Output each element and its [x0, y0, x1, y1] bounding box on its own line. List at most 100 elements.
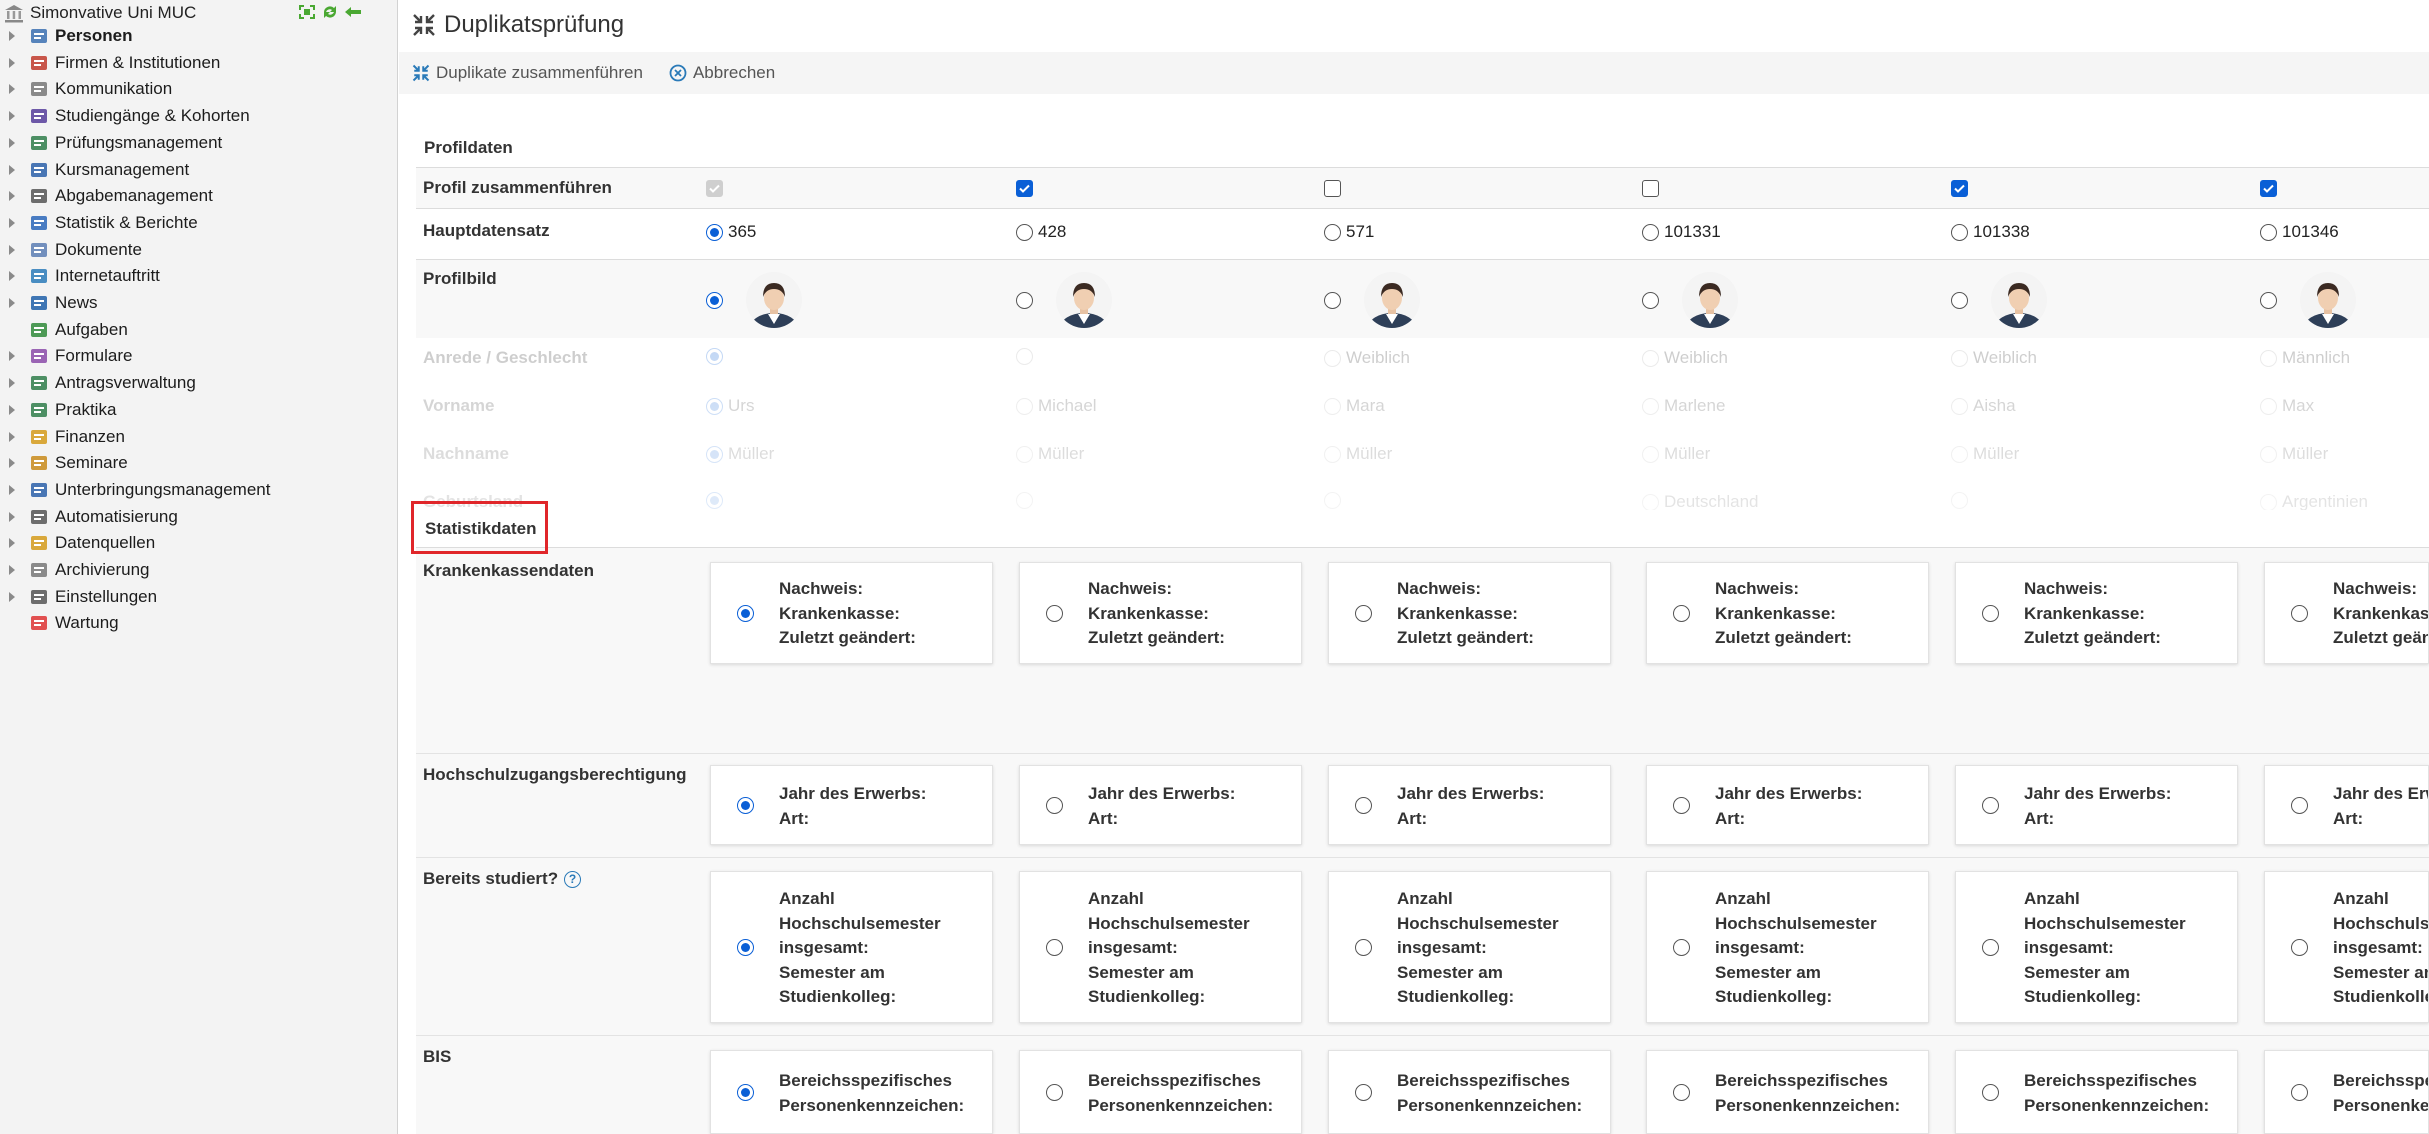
expand-triangle-icon[interactable]	[8, 377, 18, 389]
statistics-option-card[interactable]: Bereichsspezifisches Personenkennzeichen:	[1019, 1050, 1302, 1134]
statistics-option-card[interactable]: Anzahl Hochschulsemester insgesamt: Semeste…	[710, 871, 993, 1023]
profile-picture-option[interactable]	[1642, 272, 1738, 328]
profile-picture-option[interactable]	[2260, 272, 2356, 328]
main-record-radio[interactable]: 571	[1324, 222, 1374, 242]
statistics-option-card[interactable]: Jahr des Erwerbs: Art:	[1328, 765, 1611, 845]
profile-picture-option[interactable]	[1016, 272, 1112, 328]
card-line: Zuletzt geändert:	[1088, 628, 1225, 647]
sidebar-item-praktika[interactable]: Praktika	[8, 398, 388, 422]
expand-triangle-icon[interactable]	[8, 137, 18, 149]
card-line: Zuletzt geändert:	[2333, 628, 2429, 647]
expand-triangle-icon[interactable]	[8, 217, 18, 229]
sidebar-item-automatisierung[interactable]: Automatisierung	[8, 505, 388, 529]
expand-triangle-icon[interactable]	[8, 110, 18, 122]
checkbox	[1324, 180, 1341, 197]
main-record-radio[interactable]: 101338	[1951, 222, 2030, 242]
statistics-option-card[interactable]: Anzahl Hochschulsemester insgesamt: Semeste…	[2264, 871, 2429, 1023]
main-record-radio[interactable]: 101331	[1642, 222, 1721, 242]
expand-triangle-icon[interactable]	[8, 564, 18, 576]
profile-picture-option[interactable]	[1951, 272, 2047, 328]
sidebar-item-formulare[interactable]: Formulare	[8, 344, 388, 368]
sidebar-item-finanzen[interactable]: Finanzen	[8, 425, 388, 449]
sidebar-item-aufgaben[interactable]: Aufgaben	[8, 318, 388, 342]
statistics-option-card[interactable]: Bereichsspezifisches Personenkennzeichen:	[1328, 1050, 1611, 1134]
statistics-option-card[interactable]: Nachweis: Krankenkasse: Zuletzt geändert:	[1328, 562, 1611, 664]
sidebar-item-seminare[interactable]: Seminare	[8, 451, 388, 475]
profile-picture-option[interactable]	[1324, 272, 1420, 328]
expand-triangle-icon[interactable]	[8, 57, 18, 69]
expand-triangle-icon[interactable]	[8, 244, 18, 256]
main-record-radio[interactable]: 365	[706, 222, 756, 242]
statistics-option-card[interactable]: Nachweis: Krankenkasse: Zuletzt geändert:	[1646, 562, 1929, 664]
expand-triangle-icon[interactable]	[8, 457, 18, 469]
sidebar-item-datenquellen[interactable]: Datenquellen	[8, 531, 388, 555]
expand-all-icon[interactable]	[298, 4, 316, 20]
sidebar-item-unterbringungsmanagement[interactable]: Unterbringungsmanagement	[8, 478, 388, 502]
expand-triangle-icon[interactable]	[8, 350, 18, 362]
sidebar-item-wartung[interactable]: Wartung	[8, 611, 388, 635]
expand-triangle-icon[interactable]	[8, 484, 18, 496]
statistics-option-card[interactable]: Jahr des Erwerbs: Art:	[1019, 765, 1302, 845]
statistics-option-card[interactable]: Anzahl Hochschulsemester insgesamt: Semeste…	[1646, 871, 1929, 1023]
merge-profile-checkbox[interactable]	[1951, 180, 1968, 197]
statistics-option-card[interactable]: Nachweis: Krankenkasse: Zuletzt geändert:	[2264, 562, 2429, 664]
sidebar-item-kursmanagement[interactable]: Kursmanagement	[8, 158, 388, 182]
profile-picture-option[interactable]	[706, 272, 802, 328]
card-line: Jahr des Erwerbs:	[1088, 784, 1236, 803]
merge-profile-checkbox[interactable]	[1016, 180, 1033, 197]
expand-triangle-icon[interactable]	[8, 83, 18, 95]
statistics-option-card[interactable]: Jahr des Erwerbs: Art:	[710, 765, 993, 845]
sidebar-item-prüfungsmanagement[interactable]: Prüfungsmanagement	[8, 131, 388, 155]
sidebar-item-internetauftritt[interactable]: Internetauftritt	[8, 264, 388, 288]
sidebar-item-kommunikation[interactable]: Kommunikation	[8, 77, 388, 101]
sidebar-item-label: Dokumente	[55, 239, 142, 259]
statistics-row-label: Krankenkassendaten	[423, 561, 594, 581]
statistics-option-card[interactable]: Jahr des Erwerbs: Art:	[1955, 765, 2238, 845]
statistics-option-card[interactable]: Bereichsspezifisches Personenkennzeichen:	[1646, 1050, 1929, 1134]
statistics-option-card[interactable]: Bereichsspezifisches Personenkennzeichen:	[710, 1050, 993, 1134]
card-line: Bereichsspezifisches	[1715, 1071, 1888, 1090]
expand-triangle-icon[interactable]	[8, 270, 18, 282]
statistics-option-card[interactable]: Nachweis: Krankenkasse: Zuletzt geändert:	[1955, 562, 2238, 664]
expand-triangle-icon[interactable]	[8, 404, 18, 416]
expand-triangle-icon[interactable]	[8, 190, 18, 202]
sidebar-item-abgabemanagement[interactable]: Abgabemanagement	[8, 184, 388, 208]
sidebar-item-statistik-berichte[interactable]: Statistik & Berichte	[8, 211, 388, 235]
sidebar-item-studiengänge-kohorten[interactable]: Studiengänge & Kohorten	[8, 104, 388, 128]
sidebar-item-personen[interactable]: Personen	[8, 24, 388, 48]
refresh-icon[interactable]	[321, 4, 339, 20]
sidebar-item-dokumente[interactable]: Dokumente	[8, 238, 388, 262]
expand-triangle-icon[interactable]	[8, 537, 18, 549]
expand-triangle-icon[interactable]	[8, 30, 18, 42]
statistics-option-card[interactable]: Jahr des Erwerbs: Art:	[1646, 765, 1929, 845]
collapse-arrow-icon[interactable]	[344, 4, 362, 20]
help-circle-icon[interactable]: ?	[564, 870, 582, 888]
divider	[416, 753, 2429, 754]
statistics-option-card[interactable]: Nachweis: Krankenkasse: Zuletzt geändert:	[710, 562, 993, 664]
sidebar-item-einstellungen[interactable]: Einstellungen	[8, 585, 388, 609]
sidebar-item-antragsverwaltung[interactable]: Antragsverwaltung	[8, 371, 388, 395]
sidebar-item-firmen-institutionen[interactable]: Firmen & Institutionen	[8, 51, 388, 75]
merge-duplicates-button[interactable]: Duplikate zusammenführen	[412, 63, 643, 83]
merge-profile-checkbox[interactable]	[1642, 180, 1659, 197]
statistics-option-card[interactable]: Anzahl Hochschulsemester insgesamt: Semeste…	[1328, 871, 1611, 1023]
merge-profile-checkbox[interactable]	[1324, 180, 1341, 197]
expand-triangle-icon[interactable]	[8, 164, 18, 176]
main-record-radio[interactable]: 101346	[2260, 222, 2339, 242]
expand-triangle-icon[interactable]	[8, 591, 18, 603]
statistics-option-card[interactable]: Bereichsspezifisches Personenkennzeichen:	[1955, 1050, 2238, 1134]
statistics-option-card[interactable]: Bereichsspezifisches Personenkennzeichen:	[2264, 1050, 2429, 1134]
statistics-option-card[interactable]: Jahr des Erwerbs: Art:	[2264, 765, 2429, 845]
statistics-option-card[interactable]: Anzahl Hochschulsemester insgesamt: Semeste…	[1019, 871, 1302, 1023]
main-record-radio[interactable]: 428	[1016, 222, 1066, 242]
statistics-option-card[interactable]: Anzahl Hochschulsemester insgesamt: Semeste…	[1955, 871, 2238, 1023]
expand-triangle-icon[interactable]	[8, 297, 18, 309]
statistics-option-card[interactable]: Nachweis: Krankenkasse: Zuletzt geändert:	[1019, 562, 1302, 664]
sidebar-item-archivierung[interactable]: Archivierung	[8, 558, 388, 582]
cancel-button[interactable]: Abbrechen	[669, 63, 775, 83]
sidebar-item-news[interactable]: News	[8, 291, 388, 315]
expand-triangle-icon[interactable]	[8, 431, 18, 443]
tree-root[interactable]: Simonvative Uni MUC	[4, 3, 196, 23]
merge-profile-checkbox[interactable]	[2260, 180, 2277, 197]
expand-triangle-icon[interactable]	[8, 511, 18, 523]
